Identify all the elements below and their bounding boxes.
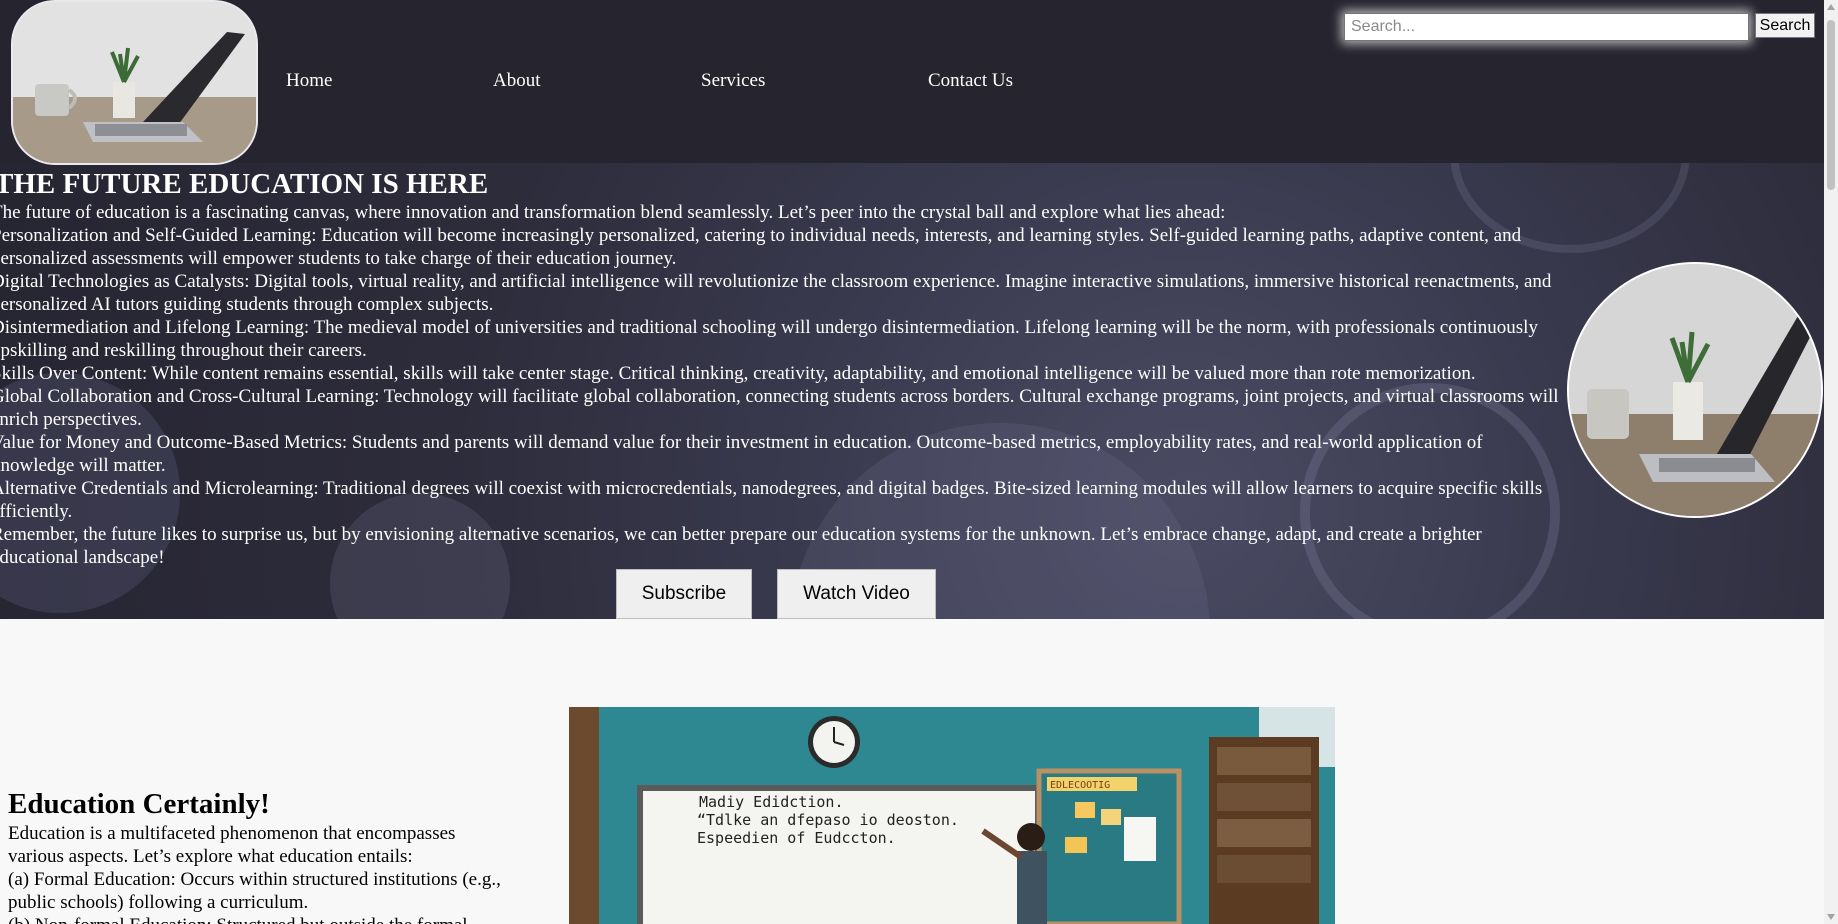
page-scrollbar[interactable]: [1824, 0, 1838, 924]
board-line: Madiy Edidction.: [699, 793, 844, 811]
nav-contact-us[interactable]: Contact Us: [928, 70, 1013, 92]
education-line: Education is a multifaceted phenomenon t…: [8, 823, 456, 867]
education-line: (b) Non-formal Education: Structured but…: [8, 914, 508, 924]
board-line: “Tdlke an dfepaso io deoston.: [697, 811, 959, 829]
hero-paragraph: The future of education is a fascinating…: [0, 202, 1226, 223]
hero-title: THE FUTURE EDUCATION IS HERE: [0, 168, 489, 200]
classroom-photo: Madiy Edidction. “Tdlke an dfepaso io de…: [569, 707, 1335, 924]
nav-about[interactable]: About: [493, 70, 541, 92]
hero-paragraph: Alternative Credentials and Microlearnin…: [0, 478, 1543, 522]
hero-paragraph: Global Collaboration and Cross-Cultural …: [0, 386, 1559, 430]
search-button[interactable]: Search: [1755, 13, 1815, 38]
scroll-down-arrow-icon[interactable]: [1827, 914, 1835, 920]
education-title: Education Certainly!: [8, 788, 270, 820]
watch-video-button[interactable]: Watch Video: [777, 569, 936, 619]
hero-section: THE FUTURE EDUCATION IS HERE The future …: [0, 163, 1824, 619]
hero-paragraph: Digital Technologies as Catalysts: Digit…: [0, 271, 1552, 315]
education-text: Education is a multifaceted phenomenon t…: [8, 822, 508, 924]
subscribe-button[interactable]: Subscribe: [616, 569, 752, 619]
hero-paragraph: Personalization and Self-Guided Learning…: [0, 225, 1522, 269]
hero-paragraph: Value for Money and Outcome-Based Metric…: [0, 432, 1483, 476]
laptop-photo: [1567, 262, 1823, 518]
hero-paragraph: Disintermediation and Lifelong Learning:…: [0, 317, 1538, 361]
logo-image[interactable]: [11, 0, 258, 165]
board-sign: EDLECOOTIG: [1050, 780, 1110, 791]
scroll-thumb[interactable]: [1827, 20, 1835, 190]
nav-services[interactable]: Services: [701, 70, 765, 92]
scroll-up-arrow-icon[interactable]: [1827, 4, 1835, 10]
site-header: Home About Services Contact Us Search: [0, 0, 1824, 165]
nav-home[interactable]: Home: [286, 70, 332, 92]
education-line: (a) Formal Education: Occurs within stru…: [8, 869, 501, 913]
search-input[interactable]: [1344, 13, 1749, 41]
hero-paragraph: Remember, the future likes to surprise u…: [0, 524, 1482, 568]
hero-text: The future of education is a fascinating…: [0, 201, 1566, 569]
board-line: Espeedien of Eudccton.: [697, 829, 896, 847]
hero-paragraph: Skills Over Content: While content remai…: [0, 363, 1476, 384]
